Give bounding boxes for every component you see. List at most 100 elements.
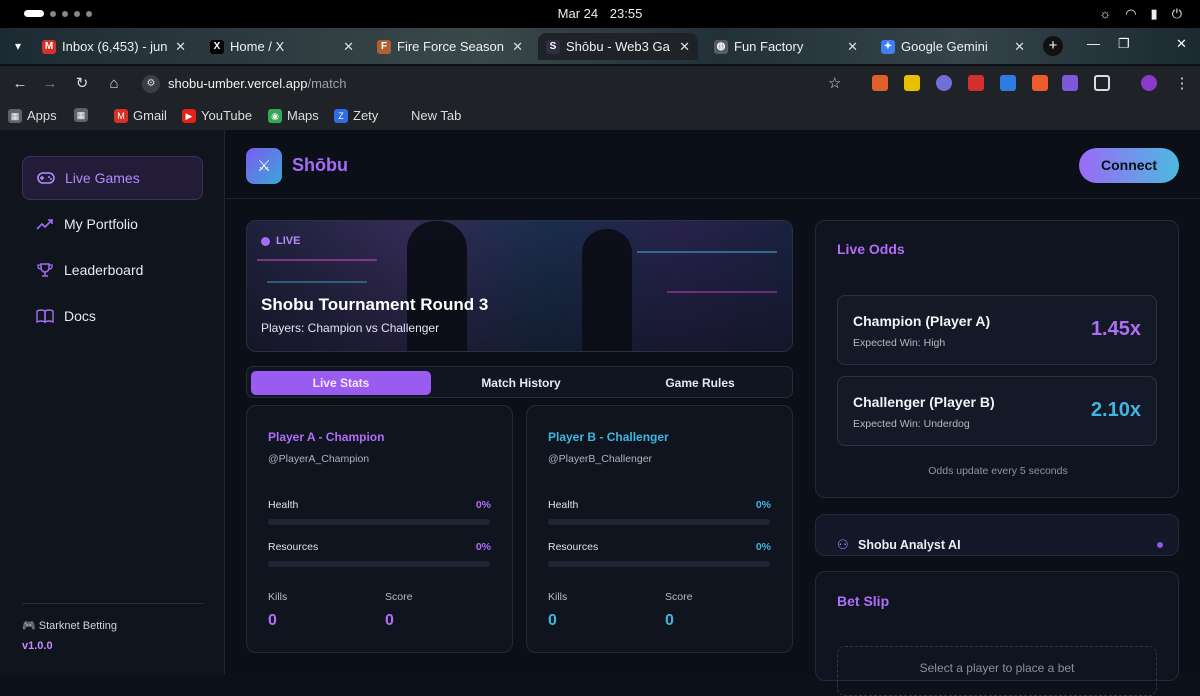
bookmark-star-icon[interactable]: ☆ xyxy=(828,74,841,92)
bookmarks-bar xyxy=(0,102,1200,130)
resources-bar xyxy=(548,561,770,567)
forward-icon[interactable]: → xyxy=(40,74,60,94)
maximize-icon[interactable]: ❐ xyxy=(1118,36,1130,52)
bookmark-label: Apps xyxy=(27,108,57,123)
tab-game-rules[interactable]: Game Rules xyxy=(611,371,789,395)
odds-note: Odds update every 5 seconds xyxy=(928,465,1068,477)
kills-label: Kills xyxy=(548,591,568,603)
bookmark-item[interactable]: New Tab xyxy=(392,108,461,123)
health-percent: 0% xyxy=(755,499,771,511)
bookmark-item[interactable]: Z Zety xyxy=(334,108,378,123)
extension-shield-icon[interactable] xyxy=(1000,75,1016,91)
status-dot-icon xyxy=(1157,542,1163,548)
odds-player-name: Challenger (Player B) xyxy=(853,394,995,410)
health-label: Health xyxy=(268,499,299,511)
bookmark-item[interactable]: M Gmail xyxy=(114,108,167,123)
close-tab-icon[interactable]: ✕ xyxy=(679,39,690,55)
close-tab-icon[interactable]: ✕ xyxy=(512,39,523,55)
close-tab-icon[interactable]: ✕ xyxy=(175,39,186,55)
bet-slip-empty-state: Select a player to place a bet xyxy=(837,646,1157,696)
extension-arrow-icon[interactable] xyxy=(1032,75,1048,91)
analyst-ai-panel[interactable]: ⚇ Shobu Analyst AI xyxy=(815,514,1179,556)
sidebar-item-leaderboard[interactable]: Leaderboard xyxy=(22,248,203,292)
url-host: shobu-umber.vercel.app xyxy=(168,76,308,91)
health-bar xyxy=(268,519,490,525)
extensions-puzzle-icon[interactable] xyxy=(1094,75,1110,91)
reload-icon[interactable]: ↻ xyxy=(72,74,92,94)
score-value: 0 xyxy=(385,612,394,629)
brand-logo[interactable]: ⚔ xyxy=(246,148,282,184)
close-tab-icon[interactable]: ✕ xyxy=(847,39,858,55)
odds-card-champion[interactable]: Champion (Player A) Expected Win: High 1… xyxy=(837,295,1157,365)
bookmark-label: Maps xyxy=(287,108,319,123)
os-clock[interactable]: Mar 24 23:55 xyxy=(0,6,1200,21)
close-tab-icon[interactable]: ✕ xyxy=(343,39,354,55)
system-tray[interactable]: ☼ ◠ ▮ ⏻ xyxy=(1099,6,1182,22)
browser-menu-icon[interactable]: ⋮ xyxy=(1172,74,1192,94)
new-tab-button[interactable]: + xyxy=(1043,36,1063,56)
app-version: v1.0.0 xyxy=(22,640,53,652)
odds-card-challenger[interactable]: Challenger (Player B) Expected Win: Unde… xyxy=(837,376,1157,446)
tab-search-chevron-icon[interactable]: ▾ xyxy=(8,36,28,56)
sidebar-item-my-portfolio[interactable]: My Portfolio xyxy=(22,202,203,246)
app-root: Live Games My Portfolio Leaderboard Docs… xyxy=(0,130,1200,696)
browser-tab[interactable]: S Shōbu - Web3 Ga ✕ xyxy=(538,33,698,60)
live-odds-panel: Live Odds Champion (Player A) Expected W… xyxy=(815,220,1179,498)
extension-dollar-icon[interactable] xyxy=(904,75,920,91)
wifi-icon: ◠ xyxy=(1125,6,1137,21)
back-icon[interactable]: ← xyxy=(10,74,30,94)
minimize-icon[interactable]: — xyxy=(1087,36,1100,51)
bookmark-item[interactable]: ▦ Apps xyxy=(8,108,57,123)
health-percent: 0% xyxy=(475,499,491,511)
browser-tab[interactable]: M Inbox (6,453) - jun ✕ xyxy=(34,33,194,60)
bookmark-label: YouTube xyxy=(201,108,253,123)
crossed-swords-icon: ⚔ xyxy=(256,158,272,175)
sidebar-item-label: Live Games xyxy=(65,170,140,186)
trending-up-icon xyxy=(36,215,54,233)
health-label: Health xyxy=(548,499,579,511)
browser-tab[interactable]: ✦ Google Gemini ✕ xyxy=(873,33,1033,60)
tab-live-stats[interactable]: Live Stats xyxy=(251,371,431,395)
match-banner: LIVE Shobu Tournament Round 3 Players: C… xyxy=(246,220,793,352)
x-icon: X xyxy=(210,39,224,54)
close-tab-icon[interactable]: ✕ xyxy=(1014,39,1025,55)
sidebar-divider xyxy=(22,603,203,604)
brightness-icon: ☼ xyxy=(1099,6,1112,21)
battery-icon: ▮ xyxy=(1150,6,1158,21)
sparkle-icon: ⚇ xyxy=(837,537,849,552)
globe-icon: ◍ xyxy=(714,39,728,54)
connect-wallet-button[interactable]: Connect xyxy=(1079,148,1179,183)
bookmark-item[interactable]: ▦ xyxy=(74,108,88,122)
gmail-icon: M xyxy=(114,108,128,123)
sidebar-item-live-games[interactable]: Live Games xyxy=(22,156,203,200)
tab-title: Inbox (6,453) - jun xyxy=(62,39,168,54)
browser-tab[interactable]: ◍ Fun Factory ✕ xyxy=(706,33,866,60)
kills-label: Kills xyxy=(268,591,288,603)
browser-toolbar: ← → ↻ ⌂ ⚙ shobu-umber.vercel.app/match xyxy=(0,66,1200,102)
home-icon[interactable]: ⌂ xyxy=(104,74,124,94)
profile-avatar[interactable] xyxy=(1141,75,1157,91)
health-bar xyxy=(548,519,770,525)
resources-bar xyxy=(268,561,490,567)
extension-fox-icon[interactable] xyxy=(872,75,888,91)
sidebar-item-label: Leaderboard xyxy=(64,262,144,278)
trophy-icon xyxy=(36,261,54,279)
odds-value: 2.10x xyxy=(1090,399,1141,421)
player-handle: @PlayerA_Champion xyxy=(268,453,370,465)
address-bar[interactable]: ⚙ shobu-umber.vercel.app/match xyxy=(136,71,856,97)
browser-tab[interactable]: F Fire Force Season ✕ xyxy=(369,33,531,60)
panel-title: Bet Slip xyxy=(837,593,890,609)
bookmark-item[interactable]: ▶ YouTube xyxy=(182,108,252,123)
site-info-icon[interactable]: ⚙ xyxy=(142,75,160,93)
extension-purple-icon[interactable] xyxy=(1062,75,1078,91)
extension-grid-icon[interactable] xyxy=(968,75,984,91)
sidebar-item-docs[interactable]: Docs xyxy=(22,294,203,338)
live-label: LIVE xyxy=(276,235,301,247)
resources-label: Resources xyxy=(548,541,599,553)
browser-tab[interactable]: X Home / X ✕ xyxy=(202,33,362,60)
tab-match-history[interactable]: Match History xyxy=(431,371,611,395)
bookmark-item[interactable]: ◉ Maps xyxy=(268,108,319,123)
close-window-icon[interactable]: ✕ xyxy=(1176,36,1187,52)
odds-expected: Expected Win: High xyxy=(853,337,946,349)
extension-ghost-icon[interactable] xyxy=(936,75,952,91)
